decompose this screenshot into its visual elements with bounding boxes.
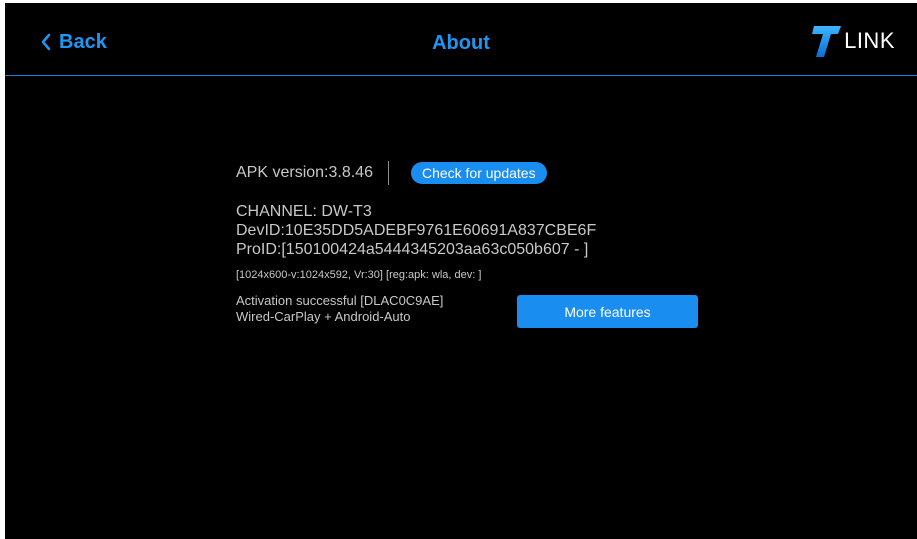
divider — [387, 161, 389, 185]
brand-logo: LINK — [812, 23, 895, 59]
channel-text: CHANNEL: DW-T3 — [236, 203, 372, 220]
about-screen: Back About LINK APK version:3.8.46 Check… — [5, 3, 917, 539]
about-content: APK version:3.8.46 Check for updates CHA… — [236, 159, 836, 329]
t-logo-icon — [812, 26, 842, 57]
pro-id-text: ProID:[150100424a5444345203aa63c050b607 … — [236, 241, 589, 258]
more-features-button[interactable]: More features — [517, 295, 698, 328]
dev-id-text: DevID:10E35DD5ADEBF9761E60691A837CBE6F — [236, 222, 597, 239]
resolution-info: [1024x600-v:1024x592, Vr:30] [reg:apk: w… — [236, 269, 482, 281]
header-bar: Back About LINK — [5, 3, 917, 76]
apk-version: APK version:3.8.46 — [236, 164, 373, 181]
activation-row: Activation successful [DLAC0C9AE] Wired-… — [236, 293, 836, 329]
apk-row: APK version:3.8.46 Check for updates — [236, 159, 836, 187]
logo-text: LINK — [844, 28, 895, 53]
device-info: CHANNEL: DW-T3 DevID:10E35DD5ADEBF9761E6… — [236, 202, 836, 259]
page-title: About — [432, 32, 490, 54]
check-updates-button[interactable]: Check for updates — [410, 162, 547, 184]
